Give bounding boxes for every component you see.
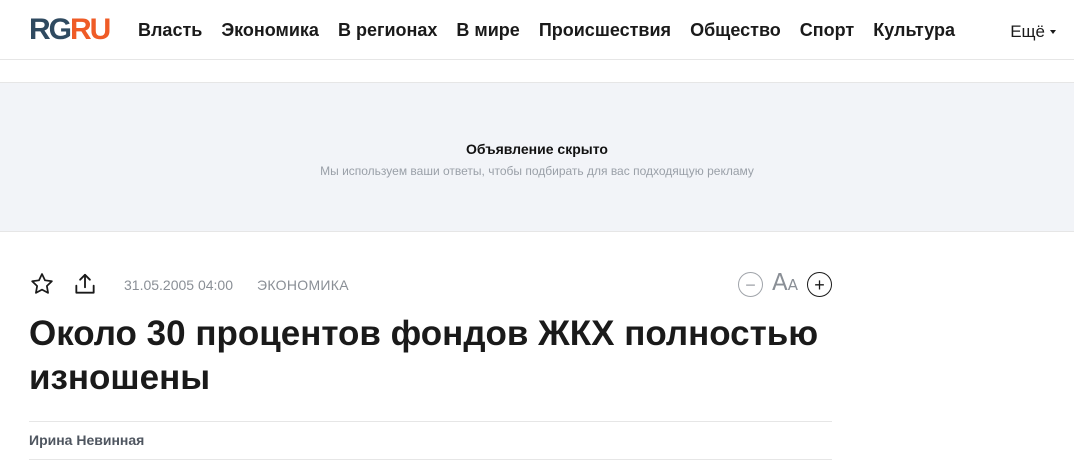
site-header: RGRU Власть Экономика В регионах В мире … xyxy=(0,0,1074,60)
font-size-label: АА xyxy=(769,271,801,298)
article-headline: Около 30 процентов фондов ЖКХ полностью … xyxy=(29,314,819,397)
nav-item-incidents[interactable]: Происшествия xyxy=(539,19,671,41)
article-toolbar: 31.05.2005 04:00 ЭКОНОМИКА − АА + xyxy=(29,271,832,311)
logo-ru: RU xyxy=(70,13,111,46)
star-icon[interactable] xyxy=(29,271,55,297)
site-logo[interactable]: RGRU xyxy=(29,13,111,46)
minus-circle-icon[interactable]: − xyxy=(738,272,763,297)
article-date: 31.05.2005 04:00 xyxy=(124,277,233,293)
article: 31.05.2005 04:00 ЭКОНОМИКА − АА + Около … xyxy=(29,271,832,460)
header-sub-strip xyxy=(0,60,1074,83)
font-size-control: − АА + xyxy=(738,271,832,298)
nav-item-world[interactable]: В мире xyxy=(456,19,519,41)
nav-item-society[interactable]: Общество xyxy=(690,19,781,41)
nav-item-culture[interactable]: Культура xyxy=(873,19,955,41)
main-nav: Власть Экономика В регионах В мире Проис… xyxy=(138,19,955,41)
font-label-big: А xyxy=(772,270,788,296)
caret-down-icon xyxy=(1050,30,1056,34)
article-rubric-link[interactable]: ЭКОНОМИКА xyxy=(257,276,349,294)
nav-item-politics[interactable]: Власть xyxy=(138,19,202,41)
logo-rg: RG xyxy=(29,13,72,46)
nav-item-sport[interactable]: Спорт xyxy=(800,19,854,41)
ad-hidden-text: Мы используем ваши ответы, чтобы подбира… xyxy=(320,164,754,178)
article-author-link[interactable]: Ирина Невинная xyxy=(29,422,832,459)
more-menu-button[interactable]: Ещё xyxy=(1010,21,1056,43)
ad-placeholder: Объявление скрыто Мы используем ваши отв… xyxy=(0,83,1074,232)
nav-item-regions[interactable]: В регионах xyxy=(338,19,437,41)
share-icon[interactable] xyxy=(72,271,98,297)
plus-circle-icon[interactable]: + xyxy=(807,272,832,297)
nav-item-economy[interactable]: Экономика xyxy=(221,19,319,41)
more-label: Ещё xyxy=(1010,22,1045,41)
author-divider xyxy=(29,459,832,460)
ad-hidden-title: Объявление скрыто xyxy=(466,141,608,157)
font-label-small: А xyxy=(787,276,798,294)
